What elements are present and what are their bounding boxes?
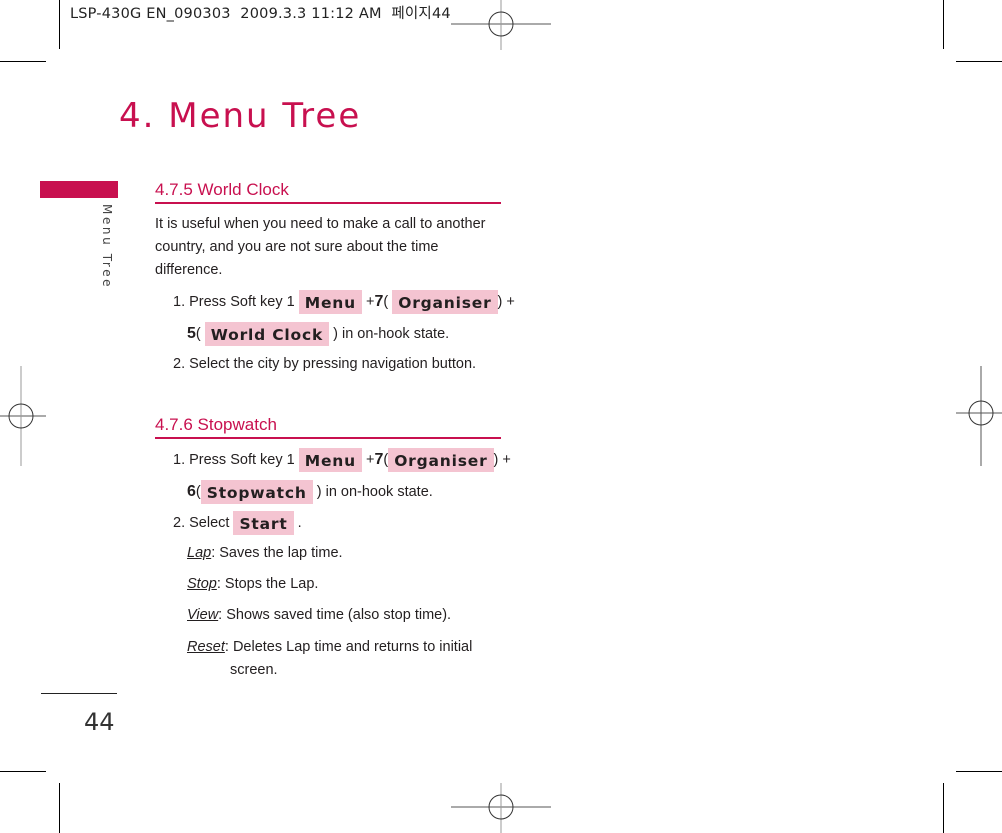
stopwatch-step-1-cont: 6(Stopwatch ) in on-hook state. [187, 480, 433, 505]
print-datetime: 2009.3.3 11:12 AM [240, 6, 382, 22]
registration-mark-right-icon [956, 366, 1002, 466]
term-reset: Reset [187, 639, 225, 655]
world-clock-step-2: 2. Select the city by pressing navigatio… [173, 356, 477, 372]
stopwatch-step-1: 1. Press Soft key 1 Menu +7(Organiser) + [173, 448, 511, 473]
definition-view: View: Shows saved time (also stop time). [187, 607, 452, 623]
definition-reset: Reset: Deletes Lap time and returns to i… [187, 639, 473, 655]
registration-mark-left-icon [0, 366, 46, 466]
definition-stop: Stop: Stops the Lap. [187, 576, 319, 592]
section-heading-world-clock: 4.7.5 World Clock [155, 180, 501, 204]
side-tab-bar [40, 181, 118, 198]
start-key-label: Start [233, 511, 294, 536]
print-page-label: 페이지44 [391, 6, 451, 22]
definition-reset-cont: screen. [230, 662, 278, 678]
print-file-name: LSP-430G EN_090303 [70, 6, 231, 22]
world-clock-key-label: World Clock [204, 322, 330, 347]
page-number-rule [41, 693, 117, 694]
organiser-key-label: Organiser [388, 448, 494, 473]
term-stop: Stop [187, 576, 217, 592]
term-view: View [187, 607, 219, 623]
key-number: 6 [187, 483, 196, 500]
registration-mark-bottom-icon [451, 783, 551, 833]
print-slug-header: LSP-430G EN_090303 2009.3.3 11:12 AM 페이지… [70, 2, 451, 23]
crop-mark-bottom-right-vertical [943, 783, 944, 833]
world-clock-intro: It is useful when you need to make a cal… [155, 216, 486, 278]
definition-lap: Lap: Saves the lap time. [187, 545, 343, 561]
menu-key-label: Menu [298, 290, 362, 315]
organiser-key-label: Organiser [392, 290, 498, 315]
crop-mark-top-left-horizontal [0, 61, 46, 62]
crop-mark-top-right-horizontal [956, 61, 1002, 62]
chapter-title: 4. Menu Tree [119, 96, 362, 136]
term-lap: Lap [187, 545, 212, 561]
crop-mark-top-right-vertical [943, 0, 944, 49]
crop-mark-bottom-left-horizontal [0, 771, 46, 772]
key-number: 5 [187, 325, 196, 342]
world-clock-step-1: 1. Press Soft key 1 Menu +7( Organiser) … [173, 290, 515, 315]
side-tab-label: Menu Tree [100, 204, 114, 290]
crop-mark-top-left-vertical [59, 0, 60, 49]
registration-mark-top-icon [451, 0, 551, 50]
stopwatch-key-label: Stopwatch [200, 480, 313, 505]
crop-mark-bottom-left-vertical [59, 783, 60, 833]
section-heading-stopwatch: 4.7.6 Stopwatch [155, 415, 501, 439]
menu-key-label: Menu [298, 448, 362, 473]
crop-mark-bottom-right-horizontal [956, 771, 1002, 772]
world-clock-step-1-cont: 5( World Clock ) in on-hook state. [187, 322, 449, 347]
page-number: 44 [84, 708, 115, 736]
stopwatch-step-2: 2. Select Start . [173, 511, 302, 536]
